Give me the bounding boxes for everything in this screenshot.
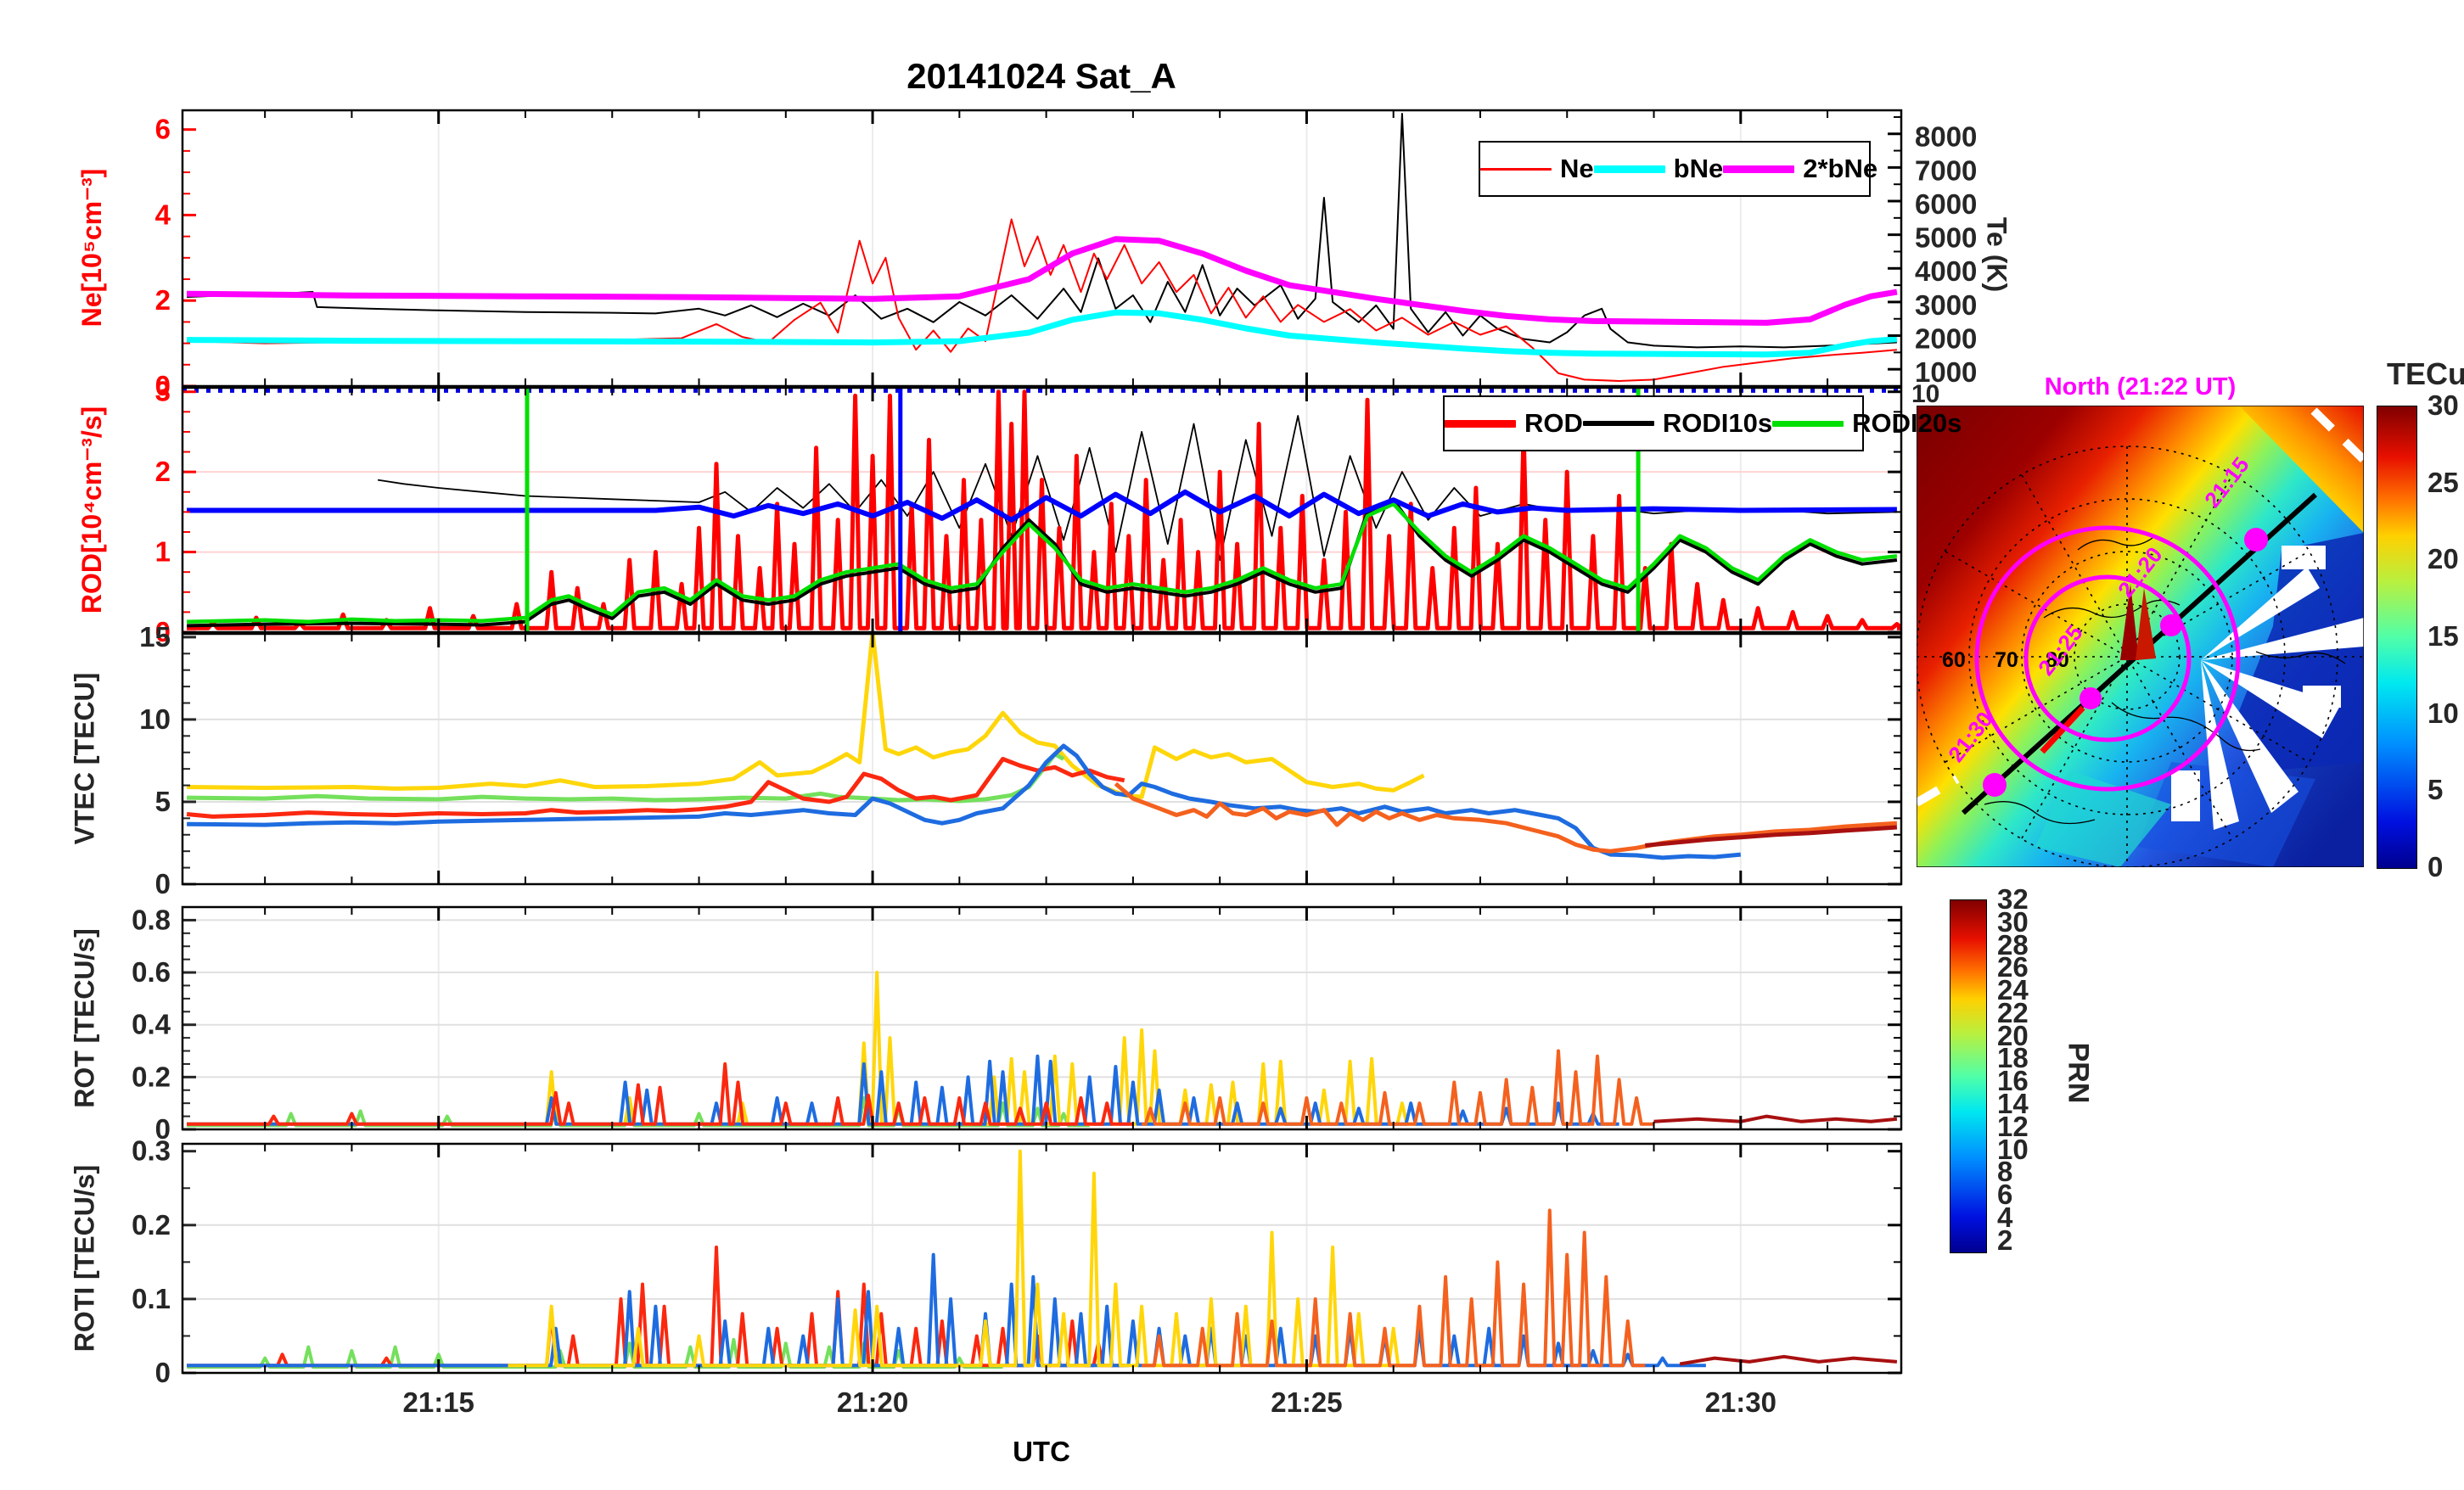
svg-text:0.3: 0.3 <box>132 1135 171 1167</box>
svg-text:21:15: 21:15 <box>403 1386 474 1418</box>
colorbar-tick-label: 25 <box>2428 466 2459 498</box>
colorbar-tick-label: 10 <box>2428 697 2459 729</box>
svg-text:10: 10 <box>139 703 171 735</box>
legend-item: RODI20s <box>1772 408 1962 439</box>
svg-text:2: 2 <box>155 284 171 316</box>
rod-line-swatch <box>1445 419 1516 428</box>
lat-label-60: 60 <box>1942 648 1966 672</box>
legend-item: Ne <box>1480 154 1594 184</box>
svg-text:21:20: 21:20 <box>837 1386 908 1418</box>
bne-line-swatch <box>1593 165 1665 173</box>
ylabel-ne: Ne[10⁵cm⁻³] <box>76 168 107 328</box>
figure-root: { "figure": { "title": "20141024 Sat_A",… <box>0 0 2464 1490</box>
2bne-line-swatch <box>1723 165 1795 173</box>
svg-text:5: 5 <box>155 786 171 817</box>
svg-text:1: 1 <box>155 536 171 568</box>
xlabel-utc: UTC <box>1013 1436 1070 1467</box>
ylabel-rod: ROD[10⁴cm⁻³/s] <box>76 406 107 614</box>
svg-text:3: 3 <box>155 376 171 407</box>
tecu-colorbar-title: TECu <box>2387 356 2464 391</box>
svg-text:5000: 5000 <box>1915 222 1977 254</box>
panel-roti: 21:15 21:20 21:25 21:30 0 0.1 0.2 0.3 <box>132 1135 1903 1418</box>
lat-label-70: 70 <box>1995 648 2018 672</box>
legend-item: RODI10s <box>1582 408 1773 439</box>
svg-text:2000: 2000 <box>1915 323 1977 355</box>
legend-ne: Ne bNe 2*bNe <box>1479 141 1877 197</box>
map-layers <box>1917 406 2364 867</box>
svg-text:7000: 7000 <box>1915 154 1977 186</box>
legend-item: bNe <box>1593 154 1724 184</box>
svg-text:0.2: 0.2 <box>132 1061 171 1092</box>
legend-label: RODI10s <box>1662 408 1773 438</box>
svg-text:6000: 6000 <box>1915 188 1977 220</box>
ne-line-swatch <box>1480 167 1552 171</box>
svg-text:0.6: 0.6 <box>132 956 171 988</box>
svg-text:8000: 8000 <box>1915 121 1977 153</box>
page-title: 20141024 Sat_A <box>906 56 1176 96</box>
panel-rot: 00.20.40.60.8 <box>132 904 1903 1145</box>
svg-text:0.8: 0.8 <box>132 904 171 935</box>
legend-label: bNe <box>1673 154 1724 183</box>
colorbar-tick-label: 30 <box>2428 389 2459 421</box>
tecu-colorbar: 0 5 10 15 20 25 30 <box>2377 389 2464 882</box>
panel-vtec: 0 5 10 15 <box>139 621 1903 899</box>
legend-item: ROD <box>1445 408 1583 439</box>
svg-text:15: 15 <box>139 621 171 653</box>
ylabel-roti: ROTI [TECU/s] <box>69 1164 100 1353</box>
colorbar-gradient <box>1950 899 1987 1253</box>
legend-rod: ROD RODI10s RODI20s <box>1443 395 1962 451</box>
svg-text:6: 6 <box>155 114 171 145</box>
legend-label: Ne <box>1560 154 1594 183</box>
legend-label: RODI20s <box>1852 408 1962 438</box>
colorbar-gradient <box>2377 406 2417 869</box>
tec-polar-map: 60 70 80 21:15 21:20 21:25 21:30 <box>1917 406 2364 867</box>
svg-text:21:30: 21:30 <box>1705 1386 1776 1418</box>
svg-text:4: 4 <box>155 199 171 230</box>
svg-text:21:25: 21:25 <box>1271 1386 1342 1418</box>
svg-text:0: 0 <box>155 1357 171 1388</box>
ylabel-rot: ROT [TECU/s] <box>69 928 100 1108</box>
prn-colorbar-label: PRN <box>2062 1042 2095 1104</box>
colorbar-tick-label: 32 <box>1997 883 2029 915</box>
svg-text:0.1: 0.1 <box>132 1283 171 1314</box>
map-title: North (21:22 UT) <box>2044 373 2237 401</box>
svg-text:3000: 3000 <box>1915 289 1977 321</box>
ylabel-te: Te (K) <box>1981 216 2012 293</box>
colorbar-tick-label: 5 <box>2428 774 2444 806</box>
legend-label: 2*bNe <box>1803 154 1878 183</box>
svg-text:2: 2 <box>155 456 171 487</box>
rodi10s-line-swatch <box>1582 421 1654 426</box>
colorbar-tick-label: 20 <box>2428 543 2459 575</box>
svg-text:0.2: 0.2 <box>132 1209 171 1241</box>
legend-item: 2*bNe <box>1723 154 1877 184</box>
colorbar-tick-label: 15 <box>2428 620 2459 652</box>
svg-text:0.4: 0.4 <box>132 1009 171 1040</box>
ylabel-vtec: VTEC [TECU] <box>69 672 100 845</box>
svg-text:0: 0 <box>155 868 171 899</box>
colorbar-tick-label: 0 <box>2428 851 2444 882</box>
rodi20s-line-swatch <box>1772 420 1844 427</box>
legend-label: ROD <box>1524 408 1583 438</box>
svg-text:4000: 4000 <box>1915 255 1977 287</box>
